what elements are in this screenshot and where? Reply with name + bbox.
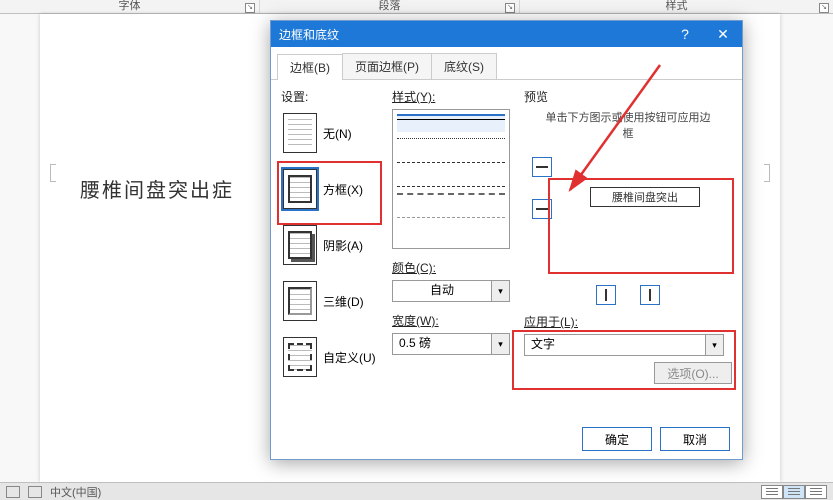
preview-bottom-edge-buttons [524, 285, 732, 305]
color-combo[interactable]: 自动 ▾ [392, 280, 510, 302]
edge-bottom-button[interactable] [532, 199, 552, 219]
view-web-layout[interactable] [805, 485, 827, 499]
settings-label: 设置: [281, 88, 378, 105]
margin-mark-left [50, 164, 56, 182]
preview-sample: 腰椎间盘突出 [560, 159, 720, 233]
ribbon-group-paragraph: 段落 ↘ [260, 0, 520, 13]
edge-right-button[interactable] [640, 285, 660, 305]
document-text[interactable]: 腰椎间盘突出症 [80, 174, 234, 203]
setting-3d-label: 三维(D) [323, 293, 364, 310]
style-option-dash1[interactable] [397, 162, 505, 180]
view-buttons [761, 485, 827, 499]
width-label: 宽度(W): [392, 312, 510, 329]
preview-sample-text: 腰椎间盘突出 [590, 187, 700, 207]
setting-shadow-label: 阴影(A) [323, 237, 363, 254]
edge-left-button[interactable] [596, 285, 616, 305]
width-value: 0.5 磅 [392, 333, 492, 355]
setting-none[interactable]: 无(N) [281, 109, 378, 165]
apply-value: 文字 [524, 334, 706, 356]
color-label-text: 颜色(C): [392, 261, 436, 275]
width-dropdown-button[interactable]: ▾ [492, 333, 510, 355]
status-icon-1[interactable] [6, 486, 20, 498]
ribbon-group-labels: 字体 ↘ 段落 ↘ 样式 ↘ [0, 0, 833, 14]
setting-none-label: 无(N) [323, 125, 352, 142]
styles-dialog-launcher[interactable]: ↘ [819, 3, 829, 13]
color-value: 自动 [392, 280, 492, 302]
style-label-text: 样式(Y): [392, 90, 435, 104]
preview-label: 预览 [524, 88, 732, 105]
help-button[interactable]: ? [666, 21, 704, 47]
setting-custom[interactable]: 自定义(U) [281, 333, 378, 389]
tab-shading-label: 底纹(S) [444, 60, 484, 74]
style-listbox[interactable] [392, 109, 510, 249]
setting-shadow-icon [283, 225, 317, 265]
setting-custom-icon [283, 337, 317, 377]
tab-borders[interactable]: 边框(B) [277, 54, 343, 80]
dialog-footer: 确定 取消 [582, 427, 730, 451]
color-dropdown-button[interactable]: ▾ [492, 280, 510, 302]
edge-top-button[interactable] [532, 157, 552, 177]
status-bar: 中文(中国) [0, 482, 833, 500]
ribbon-font-label: 字体 [119, 0, 141, 12]
apply-combo[interactable]: 文字 ▾ [524, 334, 724, 356]
view-print-layout[interactable] [783, 485, 805, 499]
dialog-tabs: 边框(B) 页面边框(P) 底纹(S) [271, 47, 742, 80]
dialog-titlebar[interactable]: 边框和底纹 ? ✕ [271, 21, 742, 47]
color-label: 颜色(C): [392, 259, 510, 276]
preview-column: 预览 单击下方图示或使用按钮可应用边框 腰椎间盘突出 应用于(L): 文字 ▾ [524, 88, 732, 432]
tab-borders-label: 边框(B) [290, 61, 330, 75]
ribbon-styles-label: 样式 [666, 0, 688, 12]
tab-page-borders-label: 页面边框(P) [355, 60, 419, 74]
tab-shading[interactable]: 底纹(S) [431, 53, 497, 79]
font-dialog-launcher[interactable]: ↘ [245, 3, 255, 13]
ribbon-group-styles: 样式 ↘ [520, 0, 833, 13]
preview-box: 腰椎间盘突出 [532, 149, 732, 279]
ribbon-group-font: 字体 ↘ [0, 0, 260, 13]
width-combo[interactable]: 0.5 磅 ▾ [392, 333, 510, 355]
preview-hint: 单击下方图示或使用按钮可应用边框 [543, 109, 713, 141]
style-column: 样式(Y): 颜色(C): 自动 ▾ 宽度(W): 0.5 磅 ▾ [392, 88, 510, 432]
status-icon-2[interactable] [28, 486, 42, 498]
width-label-text: 宽度(W): [392, 314, 439, 328]
settings-column: 设置: 无(N) 方框(X) 阴影(A) 三维(D) 自定义(U) [281, 88, 378, 432]
margin-mark-right [764, 164, 770, 182]
tab-page-borders[interactable]: 页面边框(P) [342, 53, 432, 79]
apply-label: 应用于(L): [524, 313, 732, 330]
setting-box-icon [283, 169, 317, 209]
setting-3d-icon [283, 281, 317, 321]
borders-shading-dialog: 边框和底纹 ? ✕ 边框(B) 页面边框(P) 底纹(S) 设置: 无(N) 方… [270, 20, 743, 460]
view-read-mode[interactable] [761, 485, 783, 499]
style-label: 样式(Y): [392, 88, 510, 105]
options-button[interactable]: 选项(O)... [654, 362, 732, 384]
setting-none-icon [283, 113, 317, 153]
style-option-dotted[interactable] [397, 138, 505, 156]
dialog-title: 边框和底纹 [279, 26, 339, 43]
ok-button[interactable]: 确定 [582, 427, 652, 451]
setting-shadow[interactable]: 阴影(A) [281, 221, 378, 277]
status-language[interactable]: 中文(中国) [50, 484, 101, 500]
style-option-dash4[interactable] [397, 217, 505, 235]
cancel-button[interactable]: 取消 [660, 427, 730, 451]
close-button[interactable]: ✕ [704, 21, 742, 47]
ribbon-paragraph-label: 段落 [379, 0, 401, 12]
setting-box-label: 方框(X) [323, 181, 363, 198]
setting-custom-label: 自定义(U) [323, 349, 376, 366]
setting-box[interactable]: 方框(X) [281, 165, 378, 221]
style-option-dash2[interactable] [397, 186, 505, 187]
apply-dropdown-button[interactable]: ▾ [706, 334, 724, 356]
apply-label-text: 应用于(L): [524, 315, 578, 329]
setting-3d[interactable]: 三维(D) [281, 277, 378, 333]
style-option-solid[interactable] [397, 114, 505, 132]
style-option-dash3[interactable] [397, 193, 505, 211]
paragraph-dialog-launcher[interactable]: ↘ [505, 3, 515, 13]
apply-row: 应用于(L): 文字 ▾ 选项(O)... [524, 313, 732, 356]
